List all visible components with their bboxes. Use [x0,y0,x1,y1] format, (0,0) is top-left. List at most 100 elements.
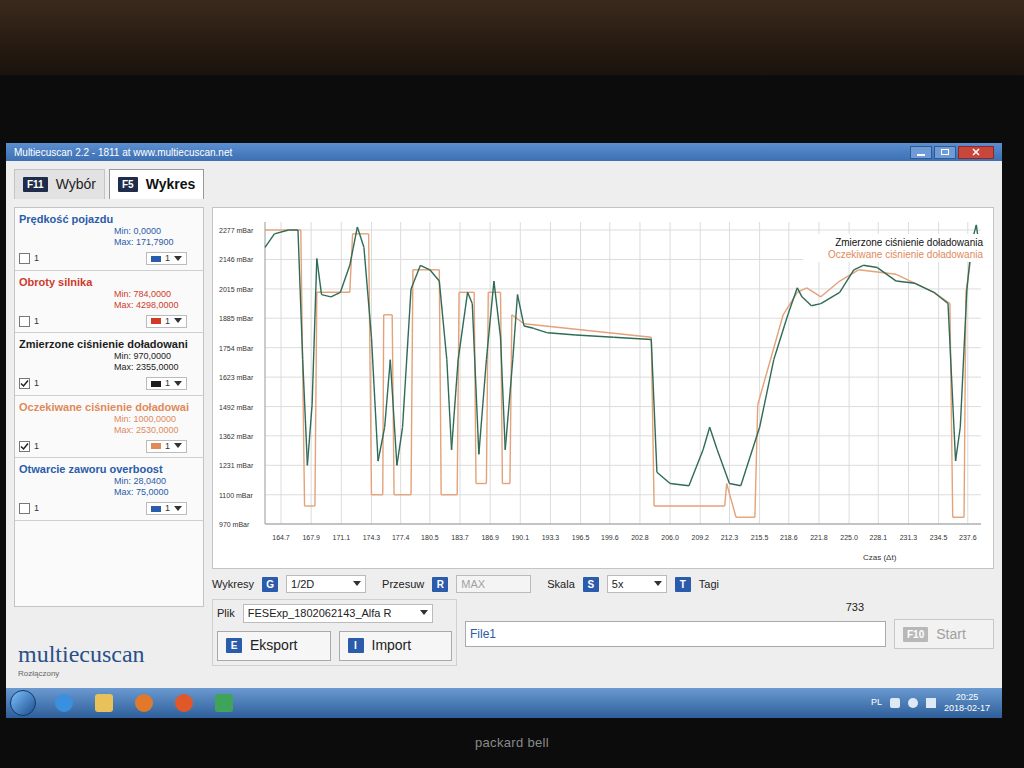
minimize-icon[interactable] [910,146,932,159]
chart-controls: WykresyG1/2DPrzesuwRMAXSkalaS5xTTagi [212,573,994,595]
checkbox[interactable] [19,441,30,452]
tags-button[interactable]: Tagi [699,576,719,593]
key-badge: F10 [903,627,928,642]
multiecuscan-task-icon[interactable] [204,691,244,715]
chevron-down-icon [353,581,361,587]
key-badge: F5 [118,177,138,192]
series-segment [517,295,524,326]
key-badge: T [675,577,691,592]
width-dropdown[interactable]: 1 [146,502,187,515]
parameter-max: Max: 2355,0000 [114,362,179,373]
checkbox[interactable] [19,316,30,327]
x-tick: 174.3 [363,222,381,541]
parameter-min: Min: 0,0000 [114,226,161,237]
start-orb-icon[interactable] [10,690,36,716]
scale-dropdown[interactable]: 5x [607,575,667,594]
series-segment [915,283,934,292]
series-segment [312,259,317,405]
maximize-icon[interactable] [934,146,956,159]
parameter-max: Max: 75,0000 [114,487,169,498]
parameter-item[interactable]: Otwarcie zaworu overboostMin: 28,0400Max… [15,458,203,521]
parameter-index: 1 [34,252,39,266]
svg-text:177.4: 177.4 [392,534,410,541]
x-tick: 231.3 [900,222,918,541]
firefox-icon[interactable] [164,691,204,715]
parameter-item[interactable]: Obroty silnikaMin: 784,0000Max: 4298,000… [15,271,203,334]
series-segment [727,484,736,518]
x-tick: 164.7 [272,222,290,541]
series-segment [502,483,510,484]
svg-text:1623 mBar: 1623 mBar [219,374,254,381]
parameter-index: 1 [34,440,39,454]
parameter-max: Max: 2530,0000 [114,425,179,436]
series-segment [411,270,413,495]
svg-text:1885 mBar: 1885 mBar [219,315,254,322]
svg-text:171.1: 171.1 [333,534,351,541]
series-segment [934,292,948,303]
checkbox[interactable] [19,503,30,514]
series-segment [476,483,486,484]
series-segment [441,494,457,495]
series-segment [948,304,956,461]
series-segment [479,360,487,454]
internet-explorer-icon[interactable] [44,691,84,715]
media-player-icon[interactable] [124,691,164,715]
parameter-item[interactable]: Oczekiwane ciśnienie doładowaiMin: 1000,… [15,396,203,459]
series-segment [403,289,411,427]
shift-field[interactable]: MAX [456,575,531,594]
tray-icon[interactable] [890,698,900,708]
log-field[interactable]: File1 [465,621,886,647]
checkbox[interactable] [19,253,30,264]
x-tick: 202.8 [631,222,649,541]
clock[interactable]: 20:252018-02-17 [944,692,990,714]
tray-icon[interactable] [908,698,918,708]
file-dropdown[interactable]: FESExp_1802062143_Alfa R [243,604,433,623]
width-dropdown[interactable]: 1 [146,440,187,453]
series-segment [654,505,725,506]
parameter-panel: Prędkość pojazduMin: 0,0000Max: 171,7900… [14,207,204,680]
series-segment [322,295,331,297]
volume-icon[interactable] [926,698,936,708]
svg-text:1754 mBar: 1754 mBar [219,345,254,352]
svg-text:202.8: 202.8 [631,534,649,541]
chevron-down-icon [174,318,182,324]
series-segment [364,247,372,337]
svg-text:231.3: 231.3 [900,534,918,541]
charts-dropdown[interactable]: 1/2D [286,575,366,594]
close-icon[interactable] [958,146,994,159]
series-segment [811,304,820,306]
width-dropdown[interactable]: 1 [146,252,187,265]
series-segment [452,360,459,450]
checkbox[interactable] [19,378,30,389]
action-button[interactable]: IImport [339,631,453,661]
parameter-item[interactable]: Zmierzone ciśnienie doładowaniMin: 970,0… [15,333,203,396]
parameter-name: Prędkość pojazdu [19,212,199,226]
parameter-name: Zmierzone ciśnienie doładowani [19,337,199,351]
series-segment [670,484,689,486]
tab-bar: F11WybórF5Wykres [6,161,1002,199]
parameter-item[interactable]: Prędkość pojazduMin: 0,0000Max: 171,7900… [15,208,203,271]
series-segment [413,269,439,270]
x-tick: 237.6 [959,222,977,541]
folder-icon[interactable] [84,691,124,715]
svg-text:186.9: 186.9 [481,534,499,541]
y-tick: 2277 mBar [219,227,981,234]
tab[interactable]: F5Wykres [109,169,204,199]
x-tick: 218.6 [780,222,798,541]
series-segment [472,304,479,455]
x-tick: 171.1 [333,222,351,541]
series-segment [371,494,382,495]
legend-background [803,234,985,262]
tab[interactable]: F11Wybór [14,169,105,199]
series-segment [513,295,518,360]
language-indicator[interactable]: PL [871,696,882,710]
taskbar: PL 20:252018-02-17 [6,688,1002,718]
color-swatch [151,318,161,324]
series-segment [717,450,729,484]
action-button[interactable]: EEksport [217,631,331,661]
y-tick: 1492 mBar [219,404,981,411]
width-dropdown[interactable]: 1 [146,315,187,328]
start-button[interactable]: F10Start [894,619,994,649]
width-dropdown[interactable]: 1 [146,377,187,390]
series-segment [510,315,512,484]
